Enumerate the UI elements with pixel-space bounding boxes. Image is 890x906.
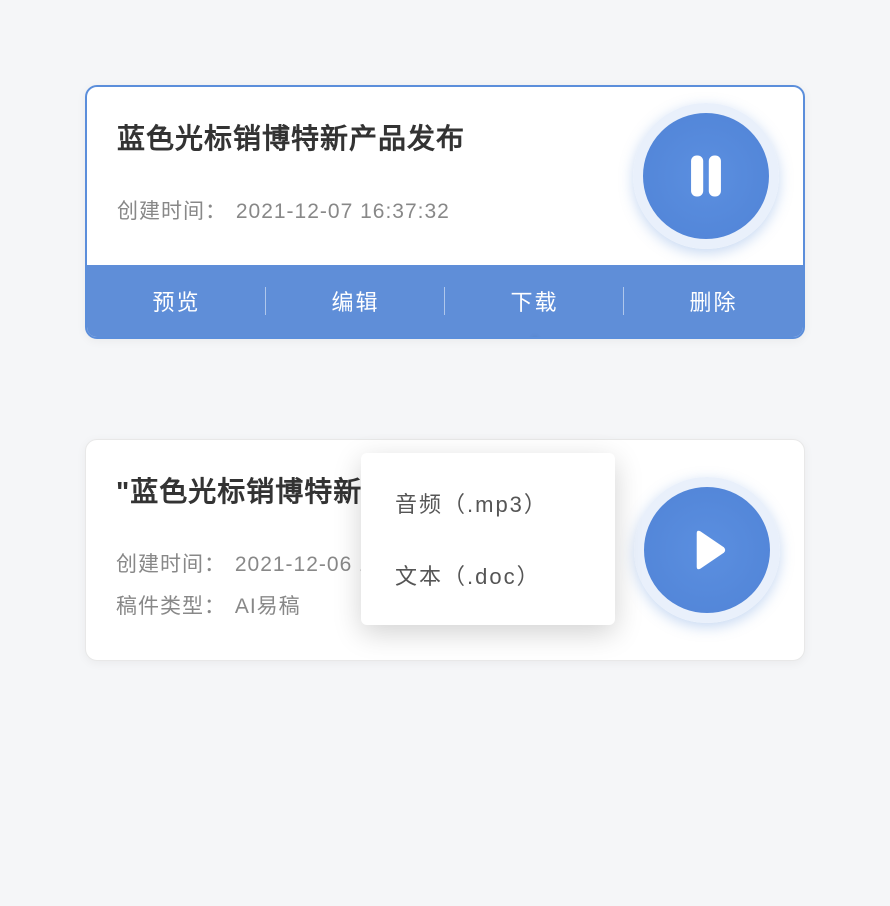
created-time-label: 创建时间：	[117, 195, 227, 225]
content-type-value: AI易稿	[235, 590, 301, 620]
content-type-label: 稿件类型：	[116, 590, 226, 620]
pause-button[interactable]	[633, 103, 779, 249]
created-time-value: 2021-12-07 16:37:32	[236, 200, 450, 224]
pause-icon	[678, 148, 734, 204]
download-dropdown: 音频（.mp3） 文本（.doc）	[361, 453, 615, 625]
download-button[interactable]: 下载	[445, 265, 624, 337]
play-icon	[679, 522, 735, 578]
created-time-label: 创建时间：	[116, 548, 226, 578]
download-label: 下载	[510, 285, 558, 317]
edit-button[interactable]: 编辑	[266, 265, 445, 337]
download-audio-option[interactable]: 音频（.mp3）	[361, 467, 615, 539]
download-text-option[interactable]: 文本（.doc）	[361, 539, 615, 611]
preview-button[interactable]: 预览	[87, 265, 266, 337]
dropdown-arrow-icon	[521, 337, 549, 339]
play-button[interactable]	[634, 477, 780, 623]
card-actions: 预览 编辑 下载 删除	[87, 265, 803, 337]
content-card: 蓝色光标销博特新产品发布 创建时间： 2021-12-07 16:37:32 预…	[85, 85, 805, 339]
delete-button[interactable]: 删除	[624, 265, 803, 337]
card-body: 蓝色光标销博特新产品发布 创建时间： 2021-12-07 16:37:32	[87, 87, 803, 265]
